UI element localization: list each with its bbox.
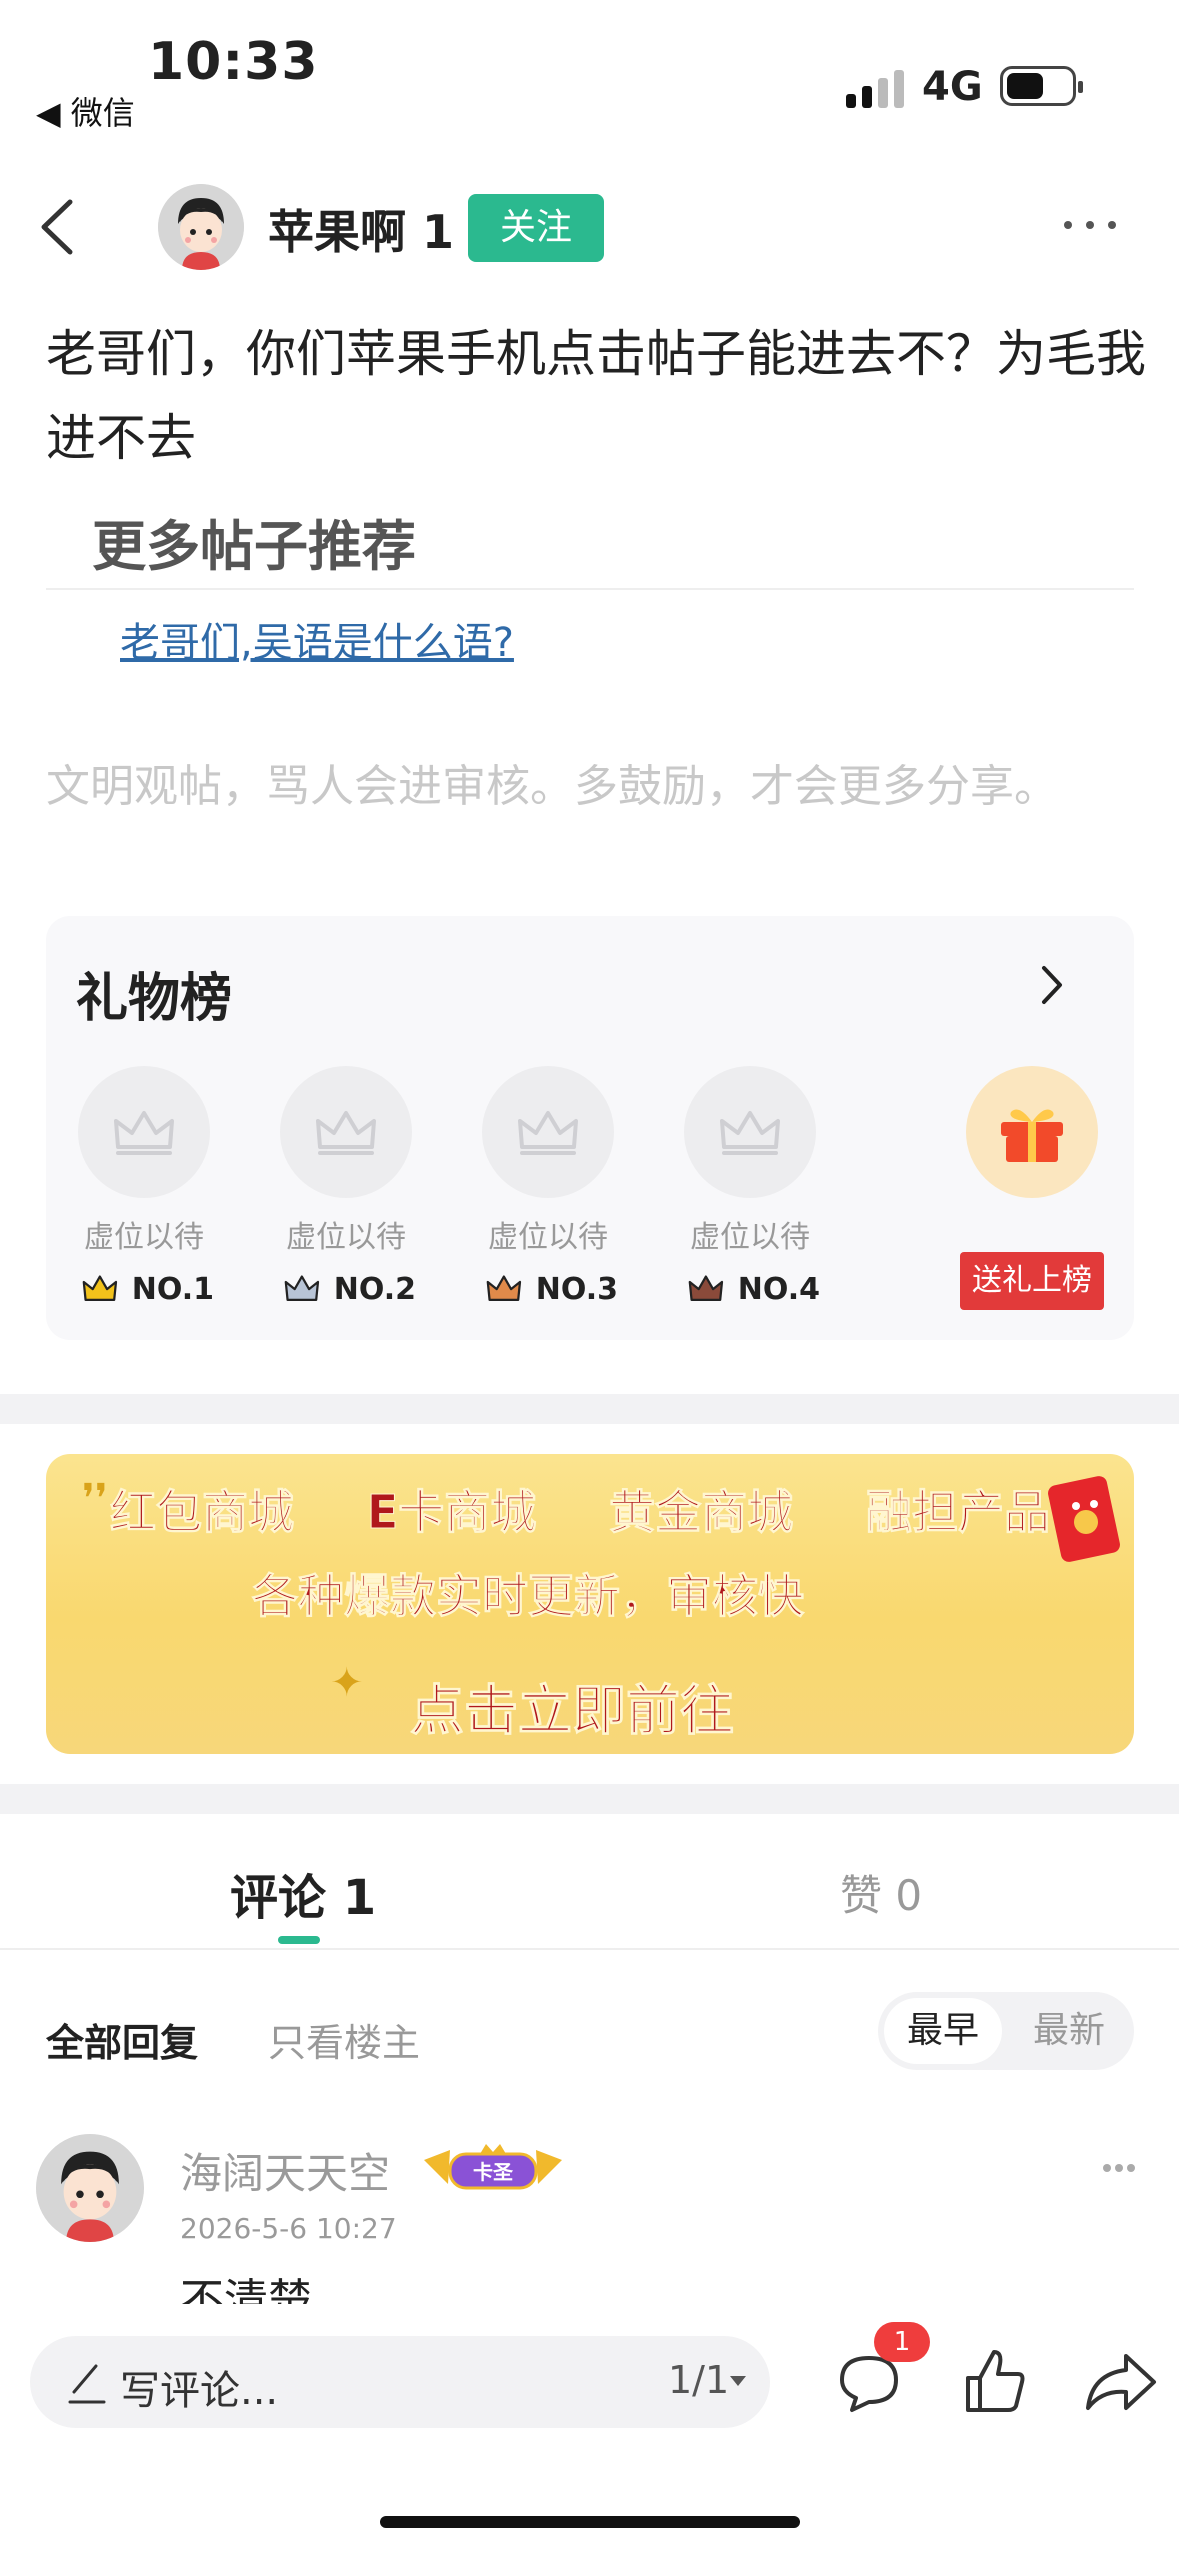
comment-more-icon[interactable]: [1102, 2162, 1136, 2174]
pen-icon: [68, 2364, 106, 2404]
caret-down-icon[interactable]: [728, 2374, 748, 2388]
recommended-post-link[interactable]: 老哥们,吴语是什么语?: [120, 610, 514, 668]
back-to-wechat-link[interactable]: ◀ 微信: [36, 88, 135, 134]
banner-item: 黄金商城: [609, 1485, 794, 1540]
rank-label: NO.4: [737, 1272, 820, 1307]
signal-icon: [846, 70, 904, 108]
rank-crown-icon: [688, 1274, 724, 1301]
thumbs-up-icon[interactable]: [962, 2346, 1028, 2416]
gift-rank-slot[interactable]: 虚位以待 NO.4: [680, 1066, 820, 1307]
gift-button[interactable]: [966, 1066, 1098, 1198]
tab-likes[interactable]: 赞 0: [840, 1862, 922, 1923]
comment-text: 不清楚: [180, 2275, 312, 2304]
slot-caption: 虚位以待: [286, 1220, 406, 1255]
active-tab-indicator: [278, 1936, 320, 1944]
gift-rank-slot[interactable]: 虚位以待 NO.3: [478, 1066, 618, 1307]
filter-all-replies[interactable]: 全部回复: [46, 2012, 198, 2067]
author-name[interactable]: 苹果啊 1: [268, 196, 454, 262]
more-options-icon[interactable]: [1060, 210, 1120, 240]
sort-earliest-button[interactable]: 最早: [884, 1998, 1002, 2064]
empty-slot-crown-icon: [280, 1066, 412, 1198]
rank-label: NO.2: [333, 1272, 416, 1307]
share-arrow-icon[interactable]: [1084, 2350, 1158, 2414]
send-gift-button[interactable]: 送礼上榜: [960, 1252, 1104, 1310]
empty-slot-crown-icon: [482, 1066, 614, 1198]
banner-item: E卡商城: [366, 1485, 537, 1540]
comment-count-badge: 1: [874, 2322, 930, 2362]
chevron-right-icon[interactable]: [1036, 960, 1066, 1010]
banner-cta[interactable]: 点击立即前往: [410, 1666, 735, 1745]
banner-shop-list: 红包商城 E卡商城 黄金商城 融担产品: [110, 1476, 1051, 1542]
slot-caption: 虚位以待: [84, 1220, 204, 1255]
slot-caption: 虚位以待: [488, 1220, 608, 1255]
empty-slot-crown-icon: [684, 1066, 816, 1198]
commenter-avatar[interactable]: [36, 2134, 144, 2242]
comment-timestamp: 2026-5-6 10:27: [180, 2212, 397, 2245]
rank-crown-icon: [486, 1274, 522, 1301]
star-sparkle-icon: ✦: [330, 1660, 364, 1706]
banner-item: 融担产品: [865, 1485, 1050, 1540]
post-content: 老哥们，你们苹果手机点击帖子能进去不？为毛我进不去: [46, 325, 1146, 467]
gift-rank-slot[interactable]: 虚位以待 NO.1: [74, 1066, 214, 1307]
author-avatar[interactable]: [158, 184, 244, 270]
user-rank-badge: 卡圣: [420, 2140, 566, 2194]
tab-comments[interactable]: 评论 1: [230, 1858, 376, 1928]
rank-crown-icon: [82, 1274, 118, 1301]
banner-item: 红包商城: [110, 1485, 295, 1540]
gift-box-icon: [1001, 1109, 1063, 1162]
slot-caption: 虚位以待: [690, 1220, 810, 1255]
civility-notice: 文明观帖，骂人会进审核。多鼓励，才会更多分享。: [46, 761, 1058, 812]
battery-icon: [1000, 66, 1083, 106]
home-indicator: [380, 2516, 800, 2528]
comment-input-placeholder[interactable]: 写评论...: [120, 2358, 278, 2416]
sparkle-icon: ❜❜: [82, 1476, 108, 1522]
rank-label: NO.3: [535, 1272, 618, 1307]
network-type: 4G: [922, 64, 983, 110]
commenter-name[interactable]: 海阔天天空: [180, 2140, 390, 2201]
rank-crown-icon: [284, 1274, 320, 1301]
red-envelope-icon: [1048, 1476, 1120, 1562]
divider: [0, 1948, 1179, 1950]
empty-slot-crown-icon: [78, 1066, 210, 1198]
gift-board-title: 礼物榜: [76, 969, 233, 1029]
sort-newest-button[interactable]: 最新: [1010, 1998, 1128, 2064]
badge-label: 卡圣: [473, 2160, 514, 2184]
back-arrow-icon[interactable]: [30, 192, 90, 262]
divider: [46, 588, 1134, 590]
section-separator: [0, 1394, 1179, 1424]
section-separator: [0, 1784, 1179, 1814]
more-posts-heading: 更多帖子推荐: [92, 515, 416, 578]
follow-button[interactable]: 关注: [468, 194, 604, 262]
filter-op-only[interactable]: 只看楼主: [268, 2012, 420, 2067]
banner-subtitle: 各种爆款实时更新，审核快: [252, 1569, 805, 1624]
page-indicator[interactable]: 1/1: [668, 2358, 729, 2402]
gift-rank-slot[interactable]: 虚位以待 NO.2: [276, 1066, 416, 1307]
status-time: 10:33: [148, 32, 319, 92]
rank-label: NO.1: [131, 1272, 214, 1307]
